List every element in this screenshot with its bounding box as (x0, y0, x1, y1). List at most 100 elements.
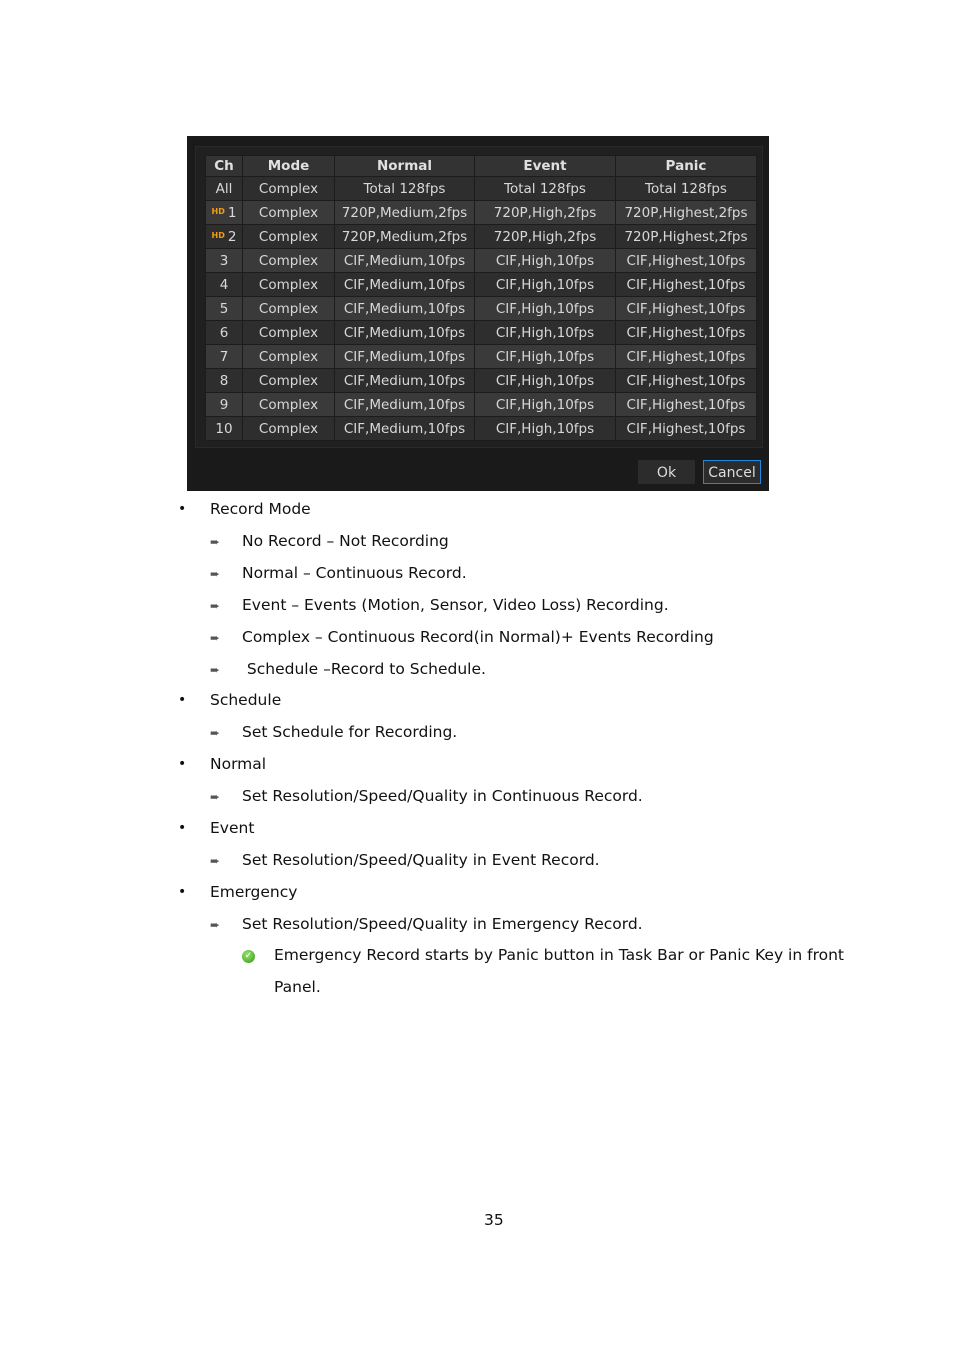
cell-mode[interactable]: Complex (242, 416, 335, 441)
table-row[interactable]: 10 Complex CIF,Medium,10fps CIF,High,10fps C… (205, 416, 757, 441)
cell-event[interactable]: Total 128fps (474, 176, 616, 201)
cell-event[interactable]: CIF,High,10fps (474, 320, 616, 345)
cell-text: 5 (219, 300, 229, 317)
cell-mode[interactable]: Complex (242, 200, 335, 225)
cell-ch[interactable]: 9 (205, 392, 243, 417)
list-item: Set Schedule for Recording. (242, 723, 458, 741)
table-row[interactable]: 6 Complex CIF,Medium,10fps CIF,High,10fps CI… (205, 320, 757, 345)
cell-event[interactable]: CIF,High,10fps (474, 248, 616, 273)
table-row[interactable]: 4 Complex CIF,Medium,10fps CIF,High,10fps CI… (205, 272, 757, 297)
cell-event[interactable]: CIF,High,10fps (474, 272, 616, 297)
cell-normal[interactable]: CIF,Medium,10fps (334, 368, 475, 393)
cell-mode[interactable]: Complex (242, 248, 335, 273)
cell-text: CIF,High,10fps (495, 300, 595, 317)
green-check-icon: ✓ (242, 950, 255, 963)
cell-normal[interactable]: CIF,Medium,10fps (334, 296, 475, 321)
cell-text: CIF,High,10fps (495, 420, 595, 437)
cell-ch[interactable]: 8 (205, 368, 243, 393)
cell-panic[interactable]: CIF,Highest,10fps (615, 368, 757, 393)
cell-normal[interactable]: CIF,Medium,10fps (334, 392, 475, 417)
hd-badge-icon: HD (211, 230, 225, 240)
cell-panic[interactable]: CIF,Highest,10fps (615, 320, 757, 345)
arrow-bullet-icon: ➨ (210, 918, 221, 932)
cell-text: Complex (258, 252, 319, 269)
cell-panic[interactable]: CIF,Highest,10fps (615, 392, 757, 417)
cell-text: Complex (258, 228, 319, 245)
cell-panic[interactable]: 720P,Highest,2fps (615, 200, 757, 225)
arrow-bullet-icon: ➨ (210, 663, 221, 677)
cell-mode[interactable]: Complex (242, 392, 335, 417)
cell-ch[interactable]: 10 (205, 416, 243, 441)
cell-text: CIF,Medium,10fps (343, 276, 466, 293)
cell-event[interactable]: CIF,High,10fps (474, 392, 616, 417)
cell-panic[interactable]: CIF,Highest,10fps (615, 296, 757, 321)
cell-event[interactable]: CIF,High,10fps (474, 296, 616, 321)
cell-text: 720P,High,2fps (493, 204, 597, 221)
cell-text: Complex (258, 348, 319, 365)
cell-panic[interactable]: 720P,Highest,2fps (615, 224, 757, 249)
arrow-bullet-icon: ➨ (210, 726, 221, 740)
document-page: Ch Mode Normal Event Panic All Complex Total 1… (0, 0, 954, 1350)
table-row[interactable]: 7 Complex CIF,Medium,10fps CIF,High,10fps CI… (205, 344, 757, 369)
cell-panic[interactable]: Total 128fps (615, 176, 757, 201)
cancel-button[interactable]: Cancel (703, 460, 761, 484)
cell-text: Complex (258, 372, 319, 389)
cell-panic[interactable]: CIF,Highest,10fps (615, 248, 757, 273)
cell-mode[interactable]: Complex (242, 272, 335, 297)
cell-mode[interactable]: Complex (242, 176, 335, 201)
cell-ch[interactable]: HD 1 (205, 200, 243, 225)
cell-text: CIF,Highest,10fps (626, 324, 746, 341)
cell-mode[interactable]: Complex (242, 296, 335, 321)
cell-ch[interactable]: 4 (205, 272, 243, 297)
cell-text: CIF,Medium,10fps (343, 300, 466, 317)
cell-ch[interactable]: 5 (205, 296, 243, 321)
cell-normal[interactable]: CIF,Medium,10fps (334, 320, 475, 345)
cell-text: CIF,High,10fps (495, 348, 595, 365)
cell-normal[interactable]: CIF,Medium,10fps (334, 272, 475, 297)
cell-ch[interactable]: 7 (205, 344, 243, 369)
cell-mode[interactable]: Complex (242, 224, 335, 249)
section-heading: Event (210, 819, 255, 837)
cell-panic[interactable]: CIF,Highest,10fps (615, 344, 757, 369)
cell-event[interactable]: CIF,High,10fps (474, 344, 616, 369)
cell-normal[interactable]: 720P,Medium,2fps (334, 200, 475, 225)
table-row[interactable]: 9 Complex CIF,Medium,10fps CIF,High,10fps CI… (205, 392, 757, 417)
list-item: Emergency Record starts by Panic button … (274, 946, 844, 964)
cell-ch[interactable]: 3 (205, 248, 243, 273)
column-header-ch: Ch (205, 155, 243, 177)
cell-mode[interactable]: Complex (242, 344, 335, 369)
ok-button[interactable]: Ok (638, 460, 695, 484)
table-row[interactable]: 3 Complex CIF,Medium,10fps CIF,High,10fps CI… (205, 248, 757, 273)
table-row[interactable]: HD 1 Complex 720P,Medium,2fps 720P,High,2fps… (205, 200, 757, 225)
table-row[interactable]: HD 2 Complex 720P,Medium,2fps 720P,High,2fps… (205, 224, 757, 249)
cell-normal[interactable]: Total 128fps (334, 176, 475, 201)
cell-text: 9 (219, 396, 229, 413)
bullet-icon: • (178, 692, 187, 708)
cell-normal[interactable]: CIF,Medium,10fps (334, 248, 475, 273)
cell-text: Complex (258, 420, 319, 437)
cell-ch[interactable]: All (205, 176, 243, 201)
cell-panic[interactable]: CIF,Highest,10fps (615, 416, 757, 441)
cell-event[interactable]: CIF,High,10fps (474, 416, 616, 441)
cell-text: 3 (219, 252, 229, 269)
cell-event[interactable]: 720P,High,2fps (474, 224, 616, 249)
cell-text: 720P,Highest,2fps (624, 204, 748, 221)
table-row[interactable]: All Complex Total 128fps Total 128fps Total … (205, 176, 757, 201)
table-row[interactable]: 5 Complex CIF,Medium,10fps CIF,High,10fps CI… (205, 296, 757, 321)
table-row[interactable]: 8 Complex CIF,Medium,10fps CIF,High,10fps CI… (205, 368, 757, 393)
cell-mode[interactable]: Complex (242, 368, 335, 393)
cell-event[interactable]: CIF,High,10fps (474, 368, 616, 393)
cell-text: 6 (219, 324, 229, 341)
cell-normal[interactable]: CIF,Medium,10fps (334, 344, 475, 369)
section-heading: Normal (210, 755, 267, 773)
cell-mode[interactable]: Complex (242, 320, 335, 345)
cell-ch[interactable]: 6 (205, 320, 243, 345)
cell-normal[interactable]: CIF,Medium,10fps (334, 416, 475, 441)
cell-event[interactable]: 720P,High,2fps (474, 200, 616, 225)
cell-ch[interactable]: HD 2 (205, 224, 243, 249)
arrow-bullet-icon: ➨ (210, 599, 221, 613)
cell-normal[interactable]: 720P,Medium,2fps (334, 224, 475, 249)
cell-text: CIF,High,10fps (495, 276, 595, 293)
cell-panic[interactable]: CIF,Highest,10fps (615, 272, 757, 297)
arrow-bullet-icon: ➨ (210, 631, 221, 645)
